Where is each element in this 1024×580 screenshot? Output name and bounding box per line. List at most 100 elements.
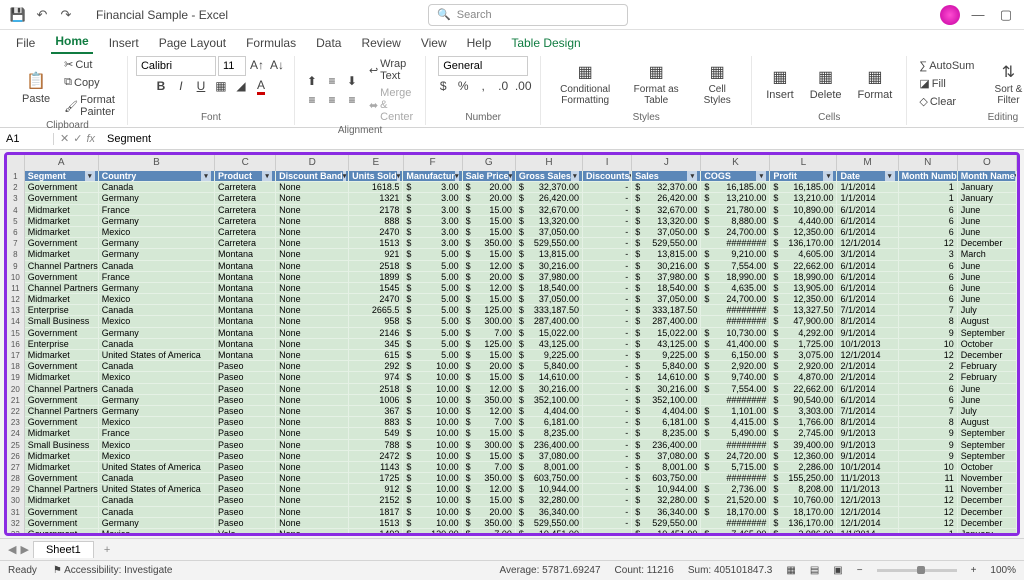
table-cell[interactable]: None — [276, 316, 349, 327]
table-header-cell[interactable]: COGS▾ — [701, 171, 770, 182]
table-cell[interactable]: 2472 — [349, 451, 403, 462]
cell-styles-button[interactable]: ▦Cell Styles — [691, 60, 743, 108]
table-row[interactable]: 32GovernmentGermanyPaseoNone1513$10.00$3… — [7, 518, 1017, 529]
table-cell[interactable]: February — [958, 372, 1017, 383]
table-cell[interactable]: $5.00 — [403, 350, 462, 361]
table-cell[interactable]: $350.00 — [463, 238, 516, 249]
table-row[interactable]: 16EnterpriseCanadaMontanaNone345$5.00$12… — [7, 339, 1017, 350]
table-cell[interactable]: - — [583, 261, 632, 272]
table-cell[interactable]: 345 — [349, 339, 403, 350]
table-cell[interactable]: 6/1/2014 — [837, 294, 898, 305]
table-cell[interactable]: - — [583, 238, 632, 249]
table-cell[interactable]: 1493 — [349, 529, 403, 533]
tab-review[interactable]: Review — [357, 32, 404, 54]
table-cell[interactable]: - — [583, 316, 632, 327]
bold-button[interactable]: B — [152, 77, 170, 95]
align-right-icon[interactable]: ≡ — [343, 91, 361, 109]
table-cell[interactable]: June — [958, 395, 1017, 406]
table-cell[interactable]: Channel Partners — [25, 406, 99, 417]
table-cell[interactable]: December — [958, 507, 1017, 518]
table-cell[interactable]: Paseo — [215, 462, 276, 473]
table-cell[interactable]: - — [583, 440, 632, 451]
table-cell[interactable]: $10,944.00 — [632, 484, 701, 495]
table-cell[interactable]: $9,225.00 — [516, 350, 583, 361]
table-cell[interactable]: Small Business — [25, 440, 99, 451]
table-row[interactable]: 12MidmarketMexicoMontanaNone2470$5.00$15… — [7, 294, 1017, 305]
name-box[interactable]: A1 — [0, 133, 54, 145]
table-cell[interactable]: Government — [25, 238, 99, 249]
table-cell[interactable]: Canada — [99, 339, 215, 350]
format-cells-button[interactable]: ▦Format — [852, 65, 899, 103]
table-cell[interactable]: - — [583, 406, 632, 417]
table-cell[interactable]: $18,990.00 — [770, 272, 837, 283]
table-cell[interactable]: $9,225.00 — [632, 350, 701, 361]
filter-dropdown-icon[interactable]: ▾ — [201, 171, 211, 181]
table-cell[interactable]: September — [958, 328, 1017, 339]
table-row[interactable]: 29Channel PartnersUnited States of Ameri… — [7, 484, 1017, 495]
table-cell[interactable]: $32,280.00 — [516, 495, 583, 506]
table-cell[interactable]: Government — [25, 361, 99, 372]
table-cell[interactable]: 12/1/2014 — [837, 238, 898, 249]
table-cell[interactable]: Mexico — [99, 440, 215, 451]
table-cell[interactable]: None — [276, 451, 349, 462]
table-cell[interactable]: 10/1/2013 — [837, 339, 898, 350]
table-cell[interactable]: Mexico — [99, 294, 215, 305]
table-row[interactable]: 6MidmarketMexicoCarreteraNone2470$3.00$1… — [7, 227, 1017, 238]
table-cell[interactable]: $10.00 — [403, 417, 462, 428]
column-header[interactable]: I — [583, 155, 632, 171]
table-cell[interactable]: 2178 — [349, 205, 403, 216]
table-cell[interactable]: 7/1/2014 — [837, 406, 898, 417]
table-cell[interactable]: $10,730.00 — [701, 328, 770, 339]
zoom-out-icon[interactable]: − — [857, 565, 863, 576]
table-cell[interactable]: $3.00 — [403, 182, 462, 193]
table-cell[interactable]: $36,340.00 — [632, 507, 701, 518]
table-row[interactable]: 17MidmarketUnited States of AmericaMonta… — [7, 350, 1017, 361]
add-sheet-icon[interactable]: + — [98, 544, 116, 556]
column-header[interactable]: M — [837, 155, 898, 171]
table-cell[interactable]: $15.00 — [463, 372, 516, 383]
table-cell[interactable]: June — [958, 261, 1017, 272]
table-cell[interactable]: $9,210.00 — [701, 249, 770, 260]
table-cell[interactable]: $1,101.00 — [701, 406, 770, 417]
table-row[interactable]: 3GovernmentGermanyCarreteraNone1321$3.00… — [7, 193, 1017, 204]
table-cell[interactable]: 6/1/2014 — [837, 395, 898, 406]
table-cell[interactable]: $7.00 — [463, 417, 516, 428]
decrease-decimal-icon[interactable]: .00 — [514, 77, 532, 95]
border-button[interactable]: ▦ — [212, 77, 230, 95]
align-left-icon[interactable]: ≡ — [303, 91, 321, 109]
table-cell[interactable]: Midmarket — [25, 428, 99, 439]
table-cell[interactable]: $350.00 — [463, 473, 516, 484]
table-cell[interactable]: $32,280.00 — [632, 495, 701, 506]
table-cell[interactable]: 11/1/2013 — [837, 484, 898, 495]
table-cell[interactable]: $10,451.00 — [632, 529, 701, 533]
table-cell[interactable]: January — [958, 182, 1017, 193]
table-cell[interactable]: - — [583, 216, 632, 227]
table-cell[interactable]: $9,740.00 — [701, 372, 770, 383]
fill-button[interactable]: ◪ Fill — [915, 75, 978, 92]
table-cell[interactable]: $352,100.00 — [632, 395, 701, 406]
table-cell[interactable]: 1618.5 — [349, 182, 403, 193]
undo-icon[interactable]: ↶ — [32, 5, 52, 25]
table-cell[interactable]: Montana — [215, 283, 276, 294]
column-header[interactable]: E — [349, 155, 403, 171]
table-cell[interactable]: $6,181.00 — [516, 417, 583, 428]
table-cell[interactable]: $10.00 — [403, 428, 462, 439]
table-cell[interactable]: Carretera — [215, 216, 276, 227]
table-cell[interactable]: $30,216.00 — [632, 384, 701, 395]
table-cell[interactable]: Montana — [215, 350, 276, 361]
table-cell[interactable]: Government — [25, 328, 99, 339]
increase-font-icon[interactable]: A↑ — [248, 56, 266, 74]
table-cell[interactable]: Germany — [99, 193, 215, 204]
table-cell[interactable]: - — [583, 350, 632, 361]
table-cell[interactable]: $1,766.00 — [770, 417, 837, 428]
table-cell[interactable]: None — [276, 395, 349, 406]
table-header-cell[interactable]: Segment▾ — [25, 171, 99, 182]
column-header[interactable]: C — [215, 155, 276, 171]
filter-dropdown-icon[interactable]: ▾ — [571, 171, 579, 181]
table-cell[interactable]: $5.00 — [403, 261, 462, 272]
table-cell[interactable]: $12.00 — [463, 283, 516, 294]
table-cell[interactable]: $37,050.00 — [632, 227, 701, 238]
table-cell[interactable]: 615 — [349, 350, 403, 361]
table-cell[interactable]: 1 — [899, 182, 958, 193]
table-cell[interactable]: 10 — [899, 462, 958, 473]
